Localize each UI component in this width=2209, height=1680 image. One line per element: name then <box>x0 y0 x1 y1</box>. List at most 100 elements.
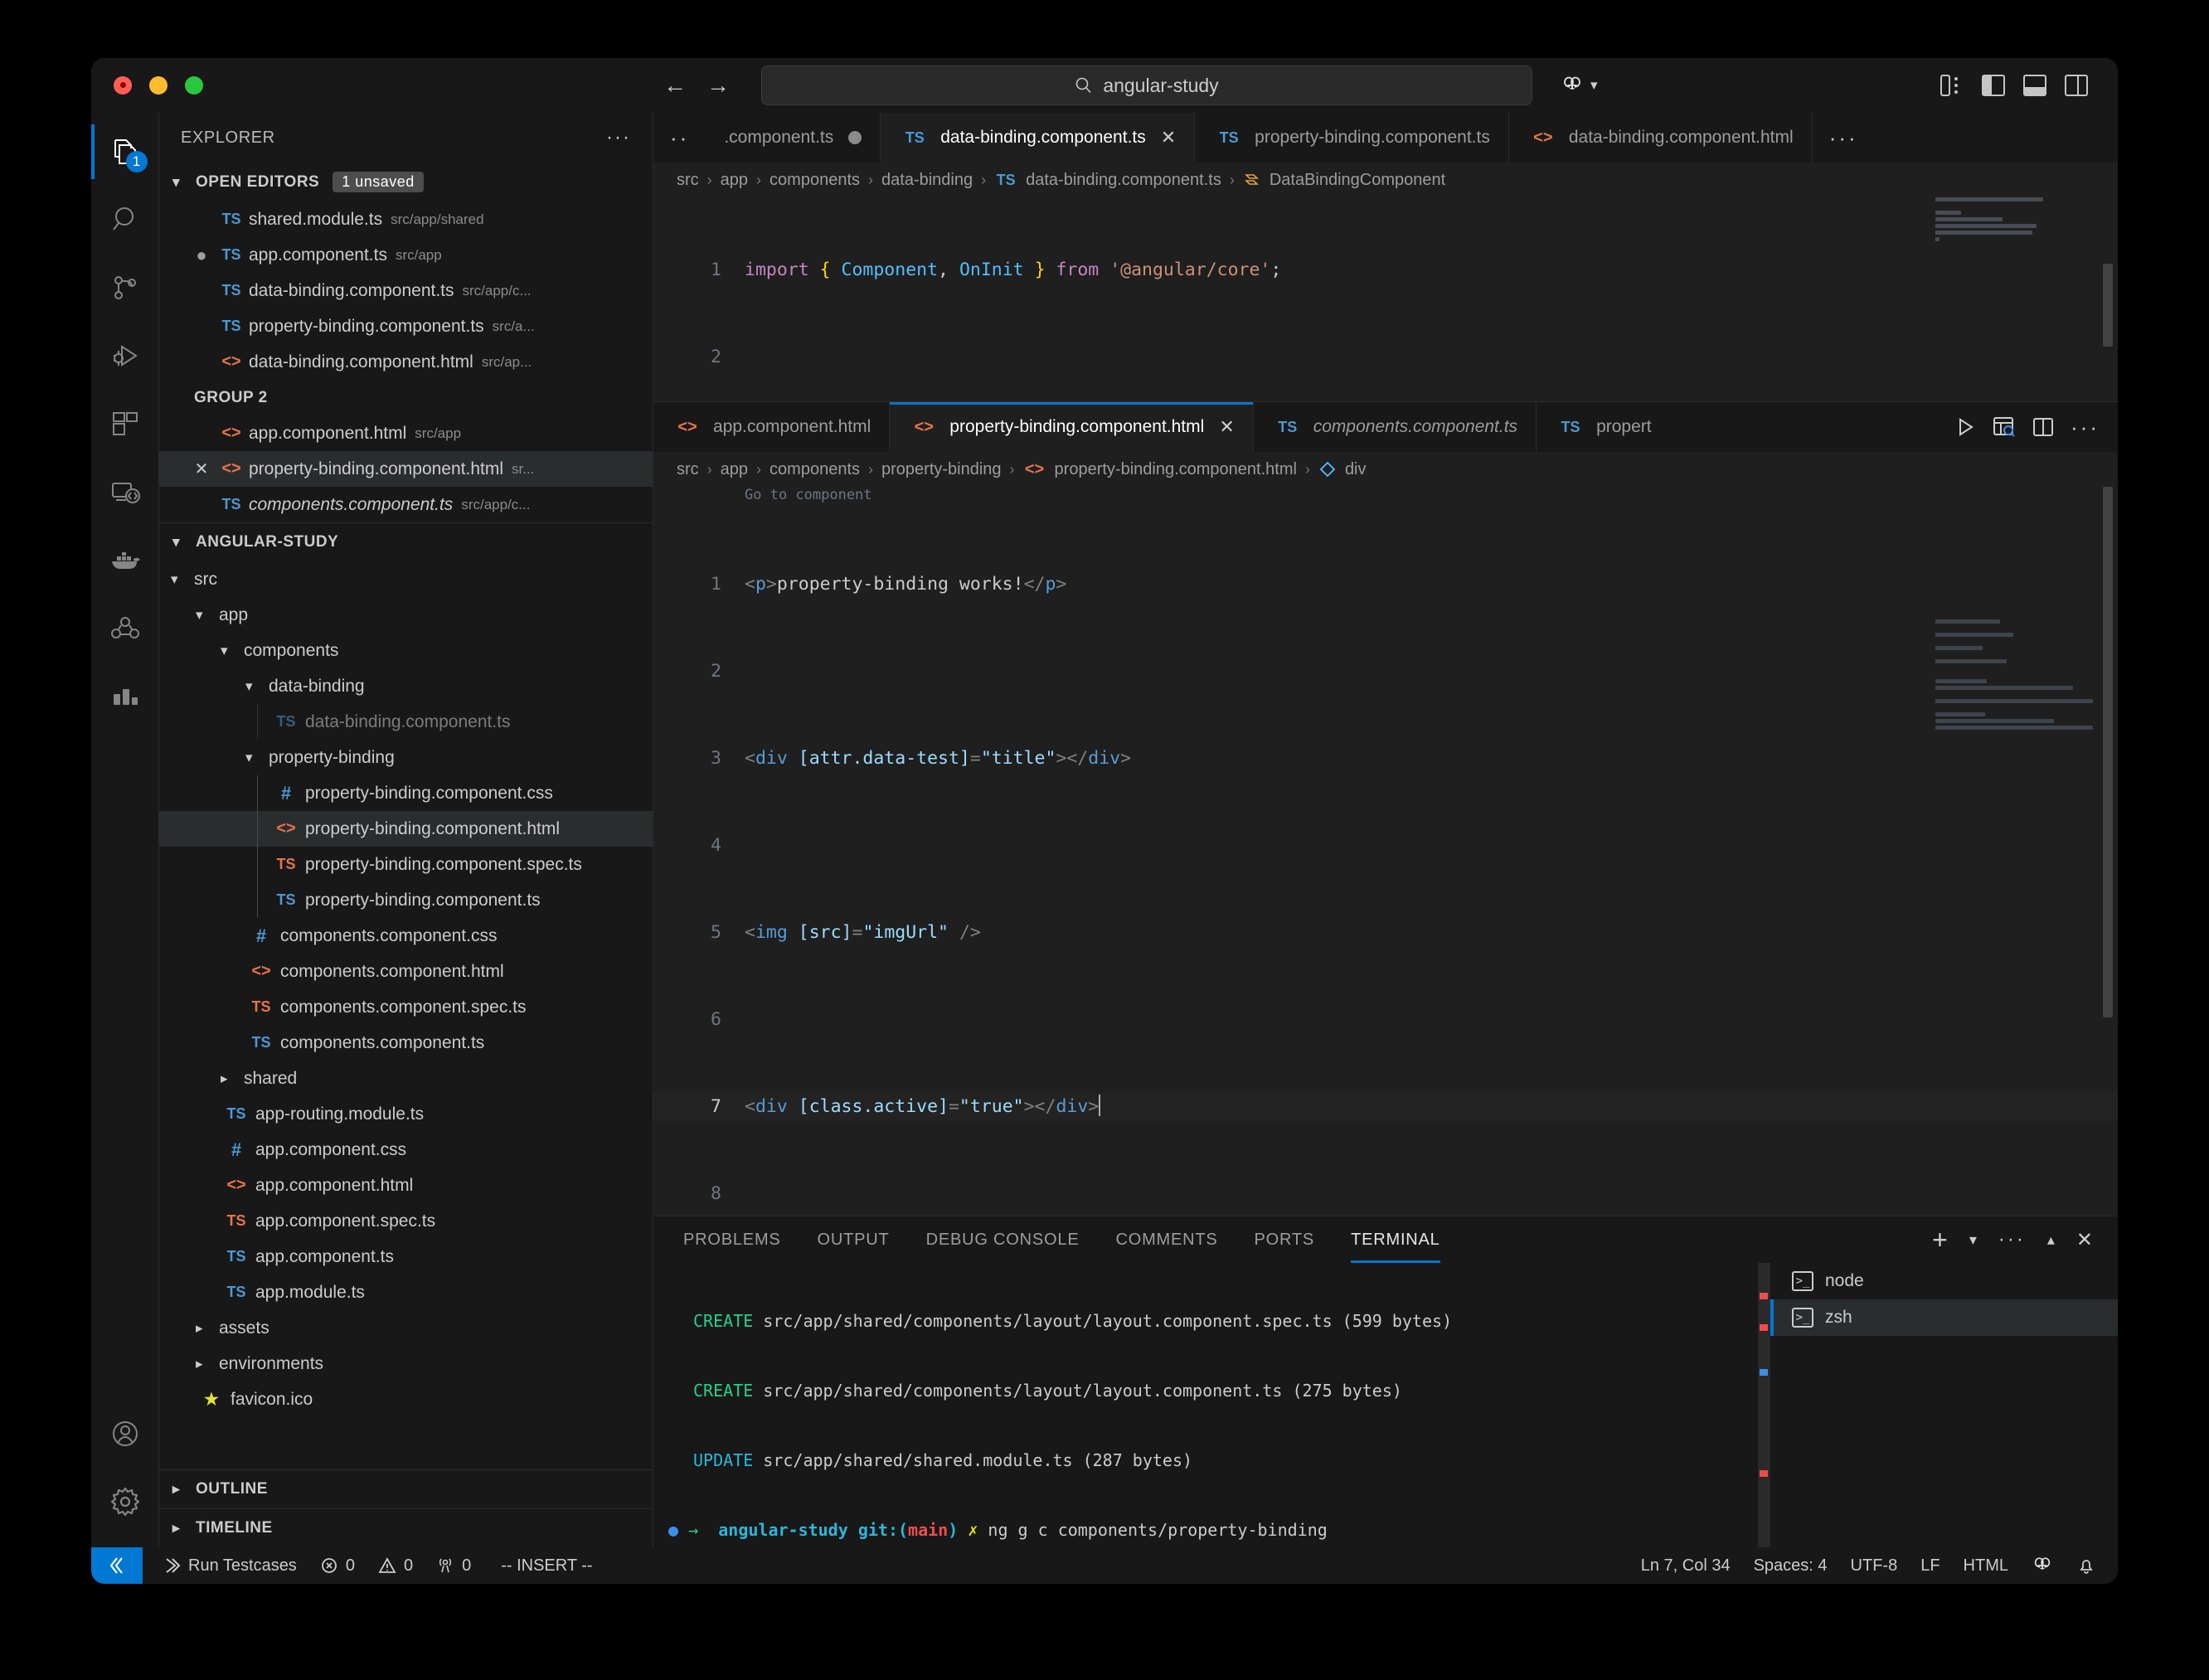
editor-tab[interactable]: TS propert <box>1537 402 1670 452</box>
tree-folder-row[interactable]: ▾data-binding <box>159 668 653 704</box>
panel-tab-comments[interactable]: COMMENTS <box>1115 1216 1217 1263</box>
activity-bar-item-explorer[interactable]: 1 <box>91 118 159 186</box>
close-icon[interactable]: ✕ <box>187 459 216 479</box>
tree-file-row[interactable]: TSdata-binding.component.ts <box>159 704 653 740</box>
terminal-list-item-node[interactable]: >_ node <box>1770 1263 2118 1299</box>
open-editor-row[interactable]: TS components.component.ts src/app/c... <box>159 487 653 522</box>
editor-2-scrollbar[interactable] <box>2103 487 2113 1017</box>
activity-bar-item-source-control[interactable] <box>91 254 159 322</box>
breadcrumb-item[interactable]: property-binding <box>881 460 1002 479</box>
close-panel-icon[interactable]: ✕ <box>2076 1228 2093 1252</box>
project-header[interactable]: ▾ ANGULAR-STUDY <box>159 522 653 561</box>
editor-1-code[interactable]: 1import { Component, OnInit } from '@ang… <box>653 197 2118 401</box>
sidebar-more-actions-icon[interactable]: ··· <box>606 126 631 149</box>
open-preview-icon[interactable] <box>1993 416 2016 438</box>
breadcrumb-item[interactable]: components <box>770 460 860 479</box>
tree-file-row[interactable]: #app.component.css <box>159 1132 653 1168</box>
editor-tab-active[interactable]: <> property-binding.component.html ✕ <box>890 402 1253 452</box>
status-warnings[interactable]: 0 <box>367 1547 425 1584</box>
tree-folder-row[interactable]: ▸shared <box>159 1061 653 1096</box>
terminal-list-item-zsh[interactable]: >_ zsh <box>1770 1299 2118 1336</box>
panel-tab-output[interactable]: OUTPUT <box>818 1216 890 1263</box>
tree-folder-row[interactable]: ▸environments <box>159 1346 653 1381</box>
status-radio-tower[interactable]: 0 <box>425 1547 483 1584</box>
add-terminal-icon[interactable]: + <box>1932 1226 1948 1253</box>
breadcrumb-item[interactable]: DataBindingComponent <box>1270 171 1445 190</box>
timeline-section-header[interactable]: ▸ TIMELINE <box>159 1508 653 1547</box>
activity-bar-item-run-and-debug[interactable] <box>91 322 159 390</box>
tree-file-row[interactable]: TSapp.component.ts <box>159 1239 653 1275</box>
status-errors[interactable]: 0 <box>308 1547 367 1584</box>
dirty-indicator-icon[interactable] <box>848 131 862 144</box>
panel-tab-ports[interactable]: PORTS <box>1255 1216 1315 1263</box>
status-eol[interactable]: LF <box>1909 1547 1951 1584</box>
tabs-overflow-left-icon[interactable]: ·· <box>653 113 706 163</box>
editor-group-1-more-actions-icon[interactable]: ··· <box>1813 113 1875 163</box>
tree-file-row[interactable]: <>app.component.html <box>159 1168 653 1203</box>
tree-folder-row[interactable]: ▾components <box>159 633 653 668</box>
outline-section-header[interactable]: ▸ OUTLINE <box>159 1469 653 1508</box>
split-editor-icon[interactable] <box>2032 416 2054 438</box>
open-editor-row[interactable]: <> data-binding.component.html src/ap... <box>159 344 653 380</box>
editor-1-scrollbar[interactable] <box>2103 264 2113 347</box>
customize-layout-icon[interactable] <box>1940 75 1964 96</box>
activity-bar-item-remote-explorer[interactable] <box>91 458 159 526</box>
panel-tab-debug-console[interactable]: DEBUG CONSOLE <box>926 1216 1080 1263</box>
open-editor-row[interactable]: TS property-binding.component.ts src/a..… <box>159 308 653 344</box>
close-icon[interactable]: ✕ <box>1161 127 1176 148</box>
editor-tab[interactable]: <> data-binding.component.html <box>1509 113 1813 163</box>
open-editor-row-selected[interactable]: ✕ <> property-binding.component.html sr.… <box>159 451 653 487</box>
open-editor-row[interactable]: TS data-binding.component.ts src/app/c..… <box>159 273 653 308</box>
tree-file-row[interactable]: <>components.component.html <box>159 954 653 989</box>
status-run-testcases[interactable]: Run Testcases <box>151 1547 308 1584</box>
open-editors-header[interactable]: ▾ OPEN EDITORS 1 unsaved <box>159 163 653 202</box>
tree-file-row[interactable]: TSproperty-binding.component.ts <box>159 882 653 918</box>
status-encoding[interactable]: UTF-8 <box>1839 1547 1910 1584</box>
editor-tab[interactable]: .component.ts <box>706 113 881 163</box>
copilot-menu-button[interactable]: ▾ <box>1561 74 1598 97</box>
tree-folder-row[interactable]: ▾app <box>159 597 653 633</box>
status-cursor-position[interactable]: Ln 7, Col 34 <box>1629 1547 1742 1584</box>
tree-file-row[interactable]: TScomponents.component.ts <box>159 1025 653 1061</box>
tree-folder-row[interactable]: ▾property-binding <box>159 740 653 775</box>
breadcrumb-item[interactable]: data-binding.component.ts <box>1026 171 1221 190</box>
chevron-down-icon[interactable]: ▾ <box>1969 1231 1977 1249</box>
panel-tab-problems[interactable]: PROBLEMS <box>683 1216 781 1263</box>
activity-bar-item-search[interactable] <box>91 186 159 254</box>
tree-file-row[interactable]: <>property-binding.component.html <box>159 811 653 847</box>
activity-bar-item-testing[interactable] <box>91 662 159 730</box>
activity-bar-item-docker[interactable] <box>91 526 159 594</box>
codelens-go-to-component[interactable]: Go to component <box>653 487 2118 512</box>
more-actions-icon[interactable]: ··· <box>2071 415 2100 440</box>
breadcrumb-item[interactable]: property-binding.component.html <box>1055 460 1297 479</box>
tree-folder-row[interactable]: ▸assets <box>159 1310 653 1346</box>
editor-tab[interactable]: TS components.component.ts <box>1254 402 1537 452</box>
status-indentation[interactable]: Spaces: 4 <box>1742 1547 1839 1584</box>
status-language-mode[interactable]: HTML <box>1952 1547 2020 1584</box>
activity-bar-item-extensions[interactable] <box>91 390 159 458</box>
dirty-indicator-icon[interactable]: ● <box>187 245 216 266</box>
activity-bar-item-kubernetes[interactable] <box>91 594 159 662</box>
breadcrumb-item[interactable]: div <box>1345 460 1367 479</box>
editor-tab[interactable]: <> app.component.html <box>653 402 890 452</box>
tree-file-row[interactable]: TSapp-routing.module.ts <box>159 1096 653 1132</box>
activity-bar-item-settings[interactable] <box>91 1468 159 1536</box>
close-window-button[interactable] <box>114 76 132 95</box>
run-icon[interactable] <box>1954 416 1976 438</box>
open-editor-row[interactable]: <> app.component.html src/app <box>159 415 653 451</box>
remote-indicator-button[interactable] <box>91 1547 143 1584</box>
breadcrumb-item[interactable]: app <box>721 171 748 190</box>
go-back-icon[interactable]: ← <box>663 74 687 97</box>
tree-file-row[interactable]: #components.component.css <box>159 918 653 954</box>
command-center-search[interactable]: angular-study <box>761 66 1532 105</box>
close-icon[interactable]: ✕ <box>1219 416 1234 438</box>
group2-header[interactable]: GROUP 2 <box>159 380 653 415</box>
tree-file-row[interactable]: ★favicon.ico <box>159 1381 653 1417</box>
open-editor-row[interactable]: ● TS app.component.ts src/app <box>159 237 653 273</box>
panel-tab-terminal[interactable]: TERMINAL <box>1351 1216 1440 1263</box>
toggle-primary-sidebar-icon[interactable] <box>1982 75 2005 96</box>
breadcrumb-item[interactable]: data-binding <box>881 171 973 190</box>
tree-file-row[interactable]: #property-binding.component.css <box>159 775 653 811</box>
editor-tab-active[interactable]: TS data-binding.component.ts ✕ <box>881 113 1195 163</box>
file-tree[interactable]: ▾src▾app▾components▾data-bindingTSdata-b… <box>159 561 653 1469</box>
